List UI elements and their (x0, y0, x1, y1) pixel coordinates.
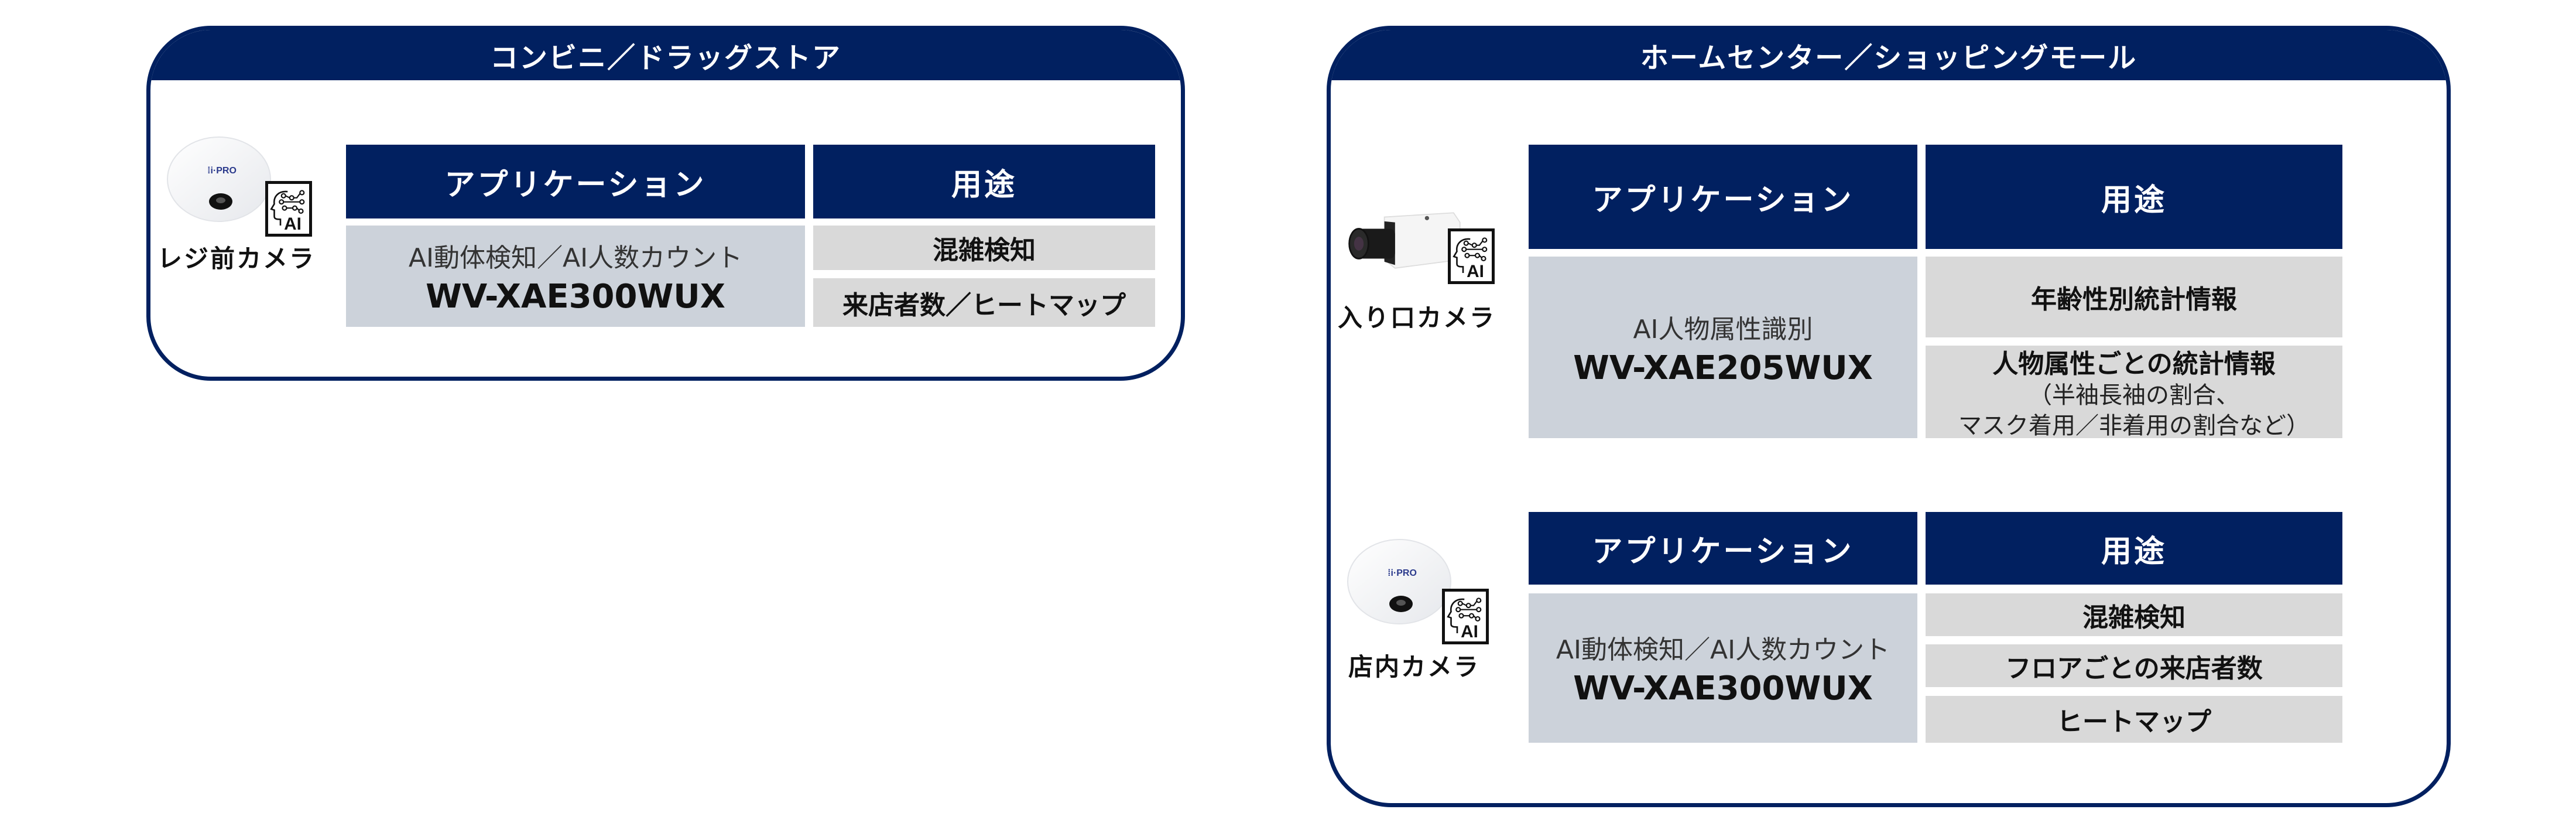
ai-badge-icon (265, 181, 312, 237)
use-cell: 年齢性別統計情報 (1926, 257, 2342, 337)
model-number: WV-XAE300WUX (1573, 670, 1873, 708)
camera-label: 店内カメラ (1348, 653, 1481, 681)
application-cell: AI動体検知／AI人数カウント WV-XAE300WUX (346, 226, 805, 327)
use-cell: 混雑検知 (813, 226, 1155, 270)
ai-badge-icon (1448, 228, 1495, 284)
model-number: WV-XAE205WUX (1573, 349, 1873, 387)
use-cell: フロアごとの来店者数 (1926, 644, 2342, 687)
model-number: WV-XAE300WUX (426, 278, 725, 316)
dome-camera-icon (163, 132, 275, 226)
dome-camera-icon (1344, 535, 1455, 629)
application-name: AI動体検知／AI人数カウント (1556, 635, 1890, 665)
header-application: アプリケーション (346, 145, 805, 218)
use-cell: 来店者数／ヒートマップ (813, 278, 1155, 327)
use-note: マスク着用／非着用の割合など） (1958, 412, 2310, 439)
ai-badge-icon (1442, 589, 1489, 644)
application-name: AI人物属性識別 (1633, 314, 1813, 344)
application-cell: AI人物属性識別 WV-XAE205WUX (1529, 257, 1917, 438)
use-cell: 人物属性ごとの統計情報 （半袖長袖の割合、 マスク着用／非着用の割合など） (1926, 346, 2342, 439)
panel-title: コンビニ／ドラッグストア (150, 30, 1181, 80)
camera-label: 入り口カメラ (1338, 303, 1496, 332)
header-application: アプリケーション (1529, 145, 1917, 249)
header-use: 用途 (1926, 145, 2342, 249)
use-cell: 混雑検知 (1926, 593, 2342, 636)
header-use: 用途 (813, 145, 1155, 218)
application-name: AI動体検知／AI人数カウント (408, 243, 743, 273)
application-cell: AI動体検知／AI人数カウント WV-XAE300WUX (1529, 593, 1917, 743)
camera-label: レジ前カメラ (157, 244, 316, 273)
header-application: アプリケーション (1529, 512, 1917, 585)
box-camera-icon (1347, 206, 1464, 282)
panel-title: ホームセンター／ショッピングモール (1331, 30, 2447, 80)
panel-homecenter-mall: ホームセンター／ショッピングモール 入り口カメラ アプリケーション 用途 AI人… (1327, 26, 2451, 807)
header-use: 用途 (1926, 512, 2342, 585)
use-label: 人物属性ごとの統計情報 (1992, 349, 2276, 379)
use-note: （半袖長袖の割合、 (2029, 382, 2239, 409)
use-cell: ヒートマップ (1926, 696, 2342, 743)
panel-convenience-drugstore: コンビニ／ドラッグストア レジ前カメラ アプリケーション 用途 AI動体検知／A… (146, 26, 1185, 381)
